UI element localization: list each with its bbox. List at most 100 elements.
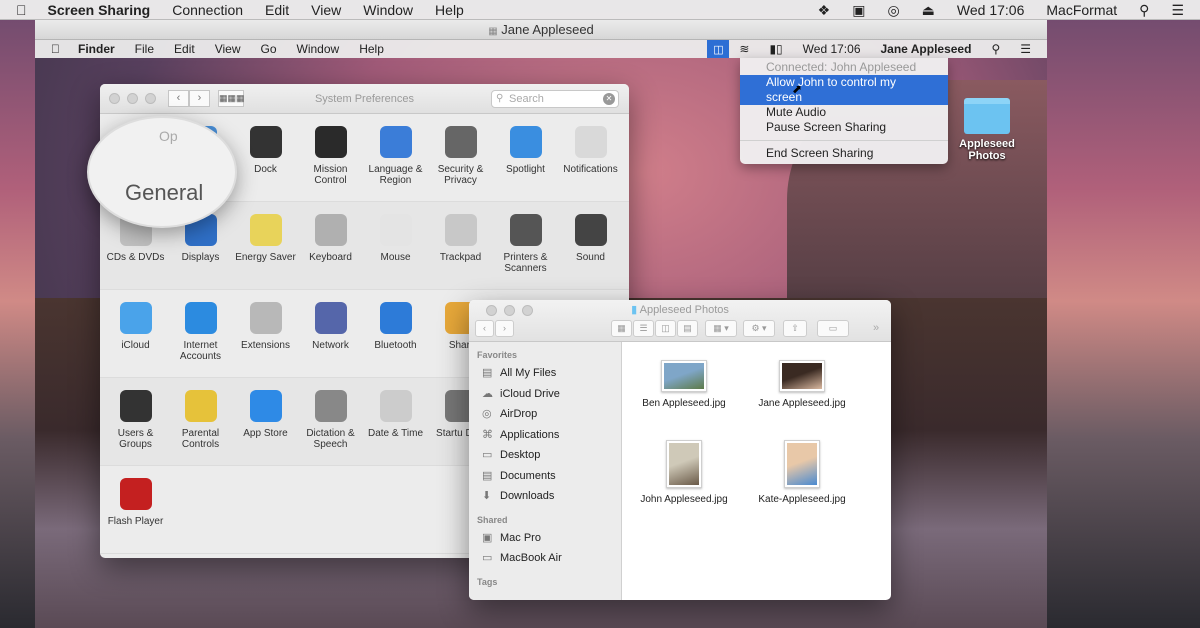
pane-globe[interactable]: Network	[298, 290, 363, 377]
menu-connection[interactable]: Connection	[161, 0, 254, 20]
pane-mouse[interactable]: Mouse	[363, 202, 428, 289]
sidebar-item[interactable]: ⌘ Applications	[469, 425, 621, 446]
pane-mission-control[interactable]: Mission Control	[298, 114, 363, 201]
remote-window-titlebar[interactable]: ▦ Jane Appleseed	[35, 20, 1047, 40]
remote-menu-view[interactable]: View	[205, 40, 251, 58]
mute-audio-item[interactable]: Mute Audio	[740, 105, 948, 120]
pane-bluetooth[interactable]: Bluetooth	[363, 290, 428, 377]
remote-list-icon[interactable]: ☰	[1010, 40, 1047, 58]
pane-speaker[interactable]: Sound	[558, 202, 623, 289]
pane-bulb[interactable]: Energy Saver	[233, 202, 298, 289]
battery-icon[interactable]: ▮▯	[759, 40, 792, 58]
pane-appstore[interactable]: App Store	[233, 378, 298, 465]
remote-menu-file[interactable]: File	[125, 40, 164, 58]
sidebar-item[interactable]: ▤ Documents	[469, 466, 621, 487]
zoom-button[interactable]	[145, 93, 156, 104]
sysprefs-toolbar[interactable]: ‹ › ▦▦▦ System Preferences ⚲ Search ✕	[100, 84, 629, 114]
remote-menu-edit[interactable]: Edit	[164, 40, 205, 58]
pane-house[interactable]: Security & Privacy	[428, 114, 493, 201]
action-gear-button[interactable]: ⚙ ▾	[743, 320, 775, 337]
screen-sharing-status-icon[interactable]: ◫	[707, 40, 730, 58]
show-all-button[interactable]: ▦▦▦	[218, 90, 245, 107]
remote-menu-window[interactable]: Window	[287, 40, 350, 58]
remote-menu-finder[interactable]: Finder	[68, 40, 125, 58]
sidebar-item[interactable]: ▭ MacBook Air	[469, 548, 621, 569]
pane-flag[interactable]: Language & Region	[363, 114, 428, 201]
file-item[interactable]: Ben Appleseed.jpg	[624, 360, 744, 409]
desktop-folder-label-2: Photos	[968, 150, 1006, 162]
forward-button[interactable]: ›	[189, 90, 210, 107]
tags-button[interactable]: ▭	[817, 320, 849, 337]
coverflow-view-button[interactable]: ▤	[677, 320, 698, 337]
macpro-icon: ▣	[482, 531, 493, 544]
sysprefs-search-field[interactable]: ⚲ Search ✕	[491, 90, 619, 108]
pane-keyboard[interactable]: Keyboard	[298, 202, 363, 289]
remote-menu-help[interactable]: Help	[349, 40, 394, 58]
overflow-chevron-icon[interactable]: »	[873, 322, 879, 334]
menu-window[interactable]: Window	[352, 0, 424, 20]
finder-back-button[interactable]: ‹	[475, 320, 494, 337]
search-icon[interactable]: ⚲	[1128, 0, 1160, 20]
host-clock[interactable]: Wed 17:06	[946, 0, 1035, 20]
icon-view-button[interactable]: ▦	[611, 320, 632, 337]
sidebar-item[interactable]: ▭ Desktop	[469, 445, 621, 466]
sidebar-item[interactable]: ▤ All My Files	[469, 363, 621, 384]
pane-printer[interactable]: Printers & Scanners	[493, 202, 558, 289]
sidebar-item[interactable]: ⬇ Downloads	[469, 486, 621, 507]
eject-icon[interactable]: ⏏	[911, 0, 946, 20]
pane-parental[interactable]: Parental Controls	[168, 378, 233, 465]
remote-clock[interactable]: Wed 17:06	[793, 40, 871, 58]
pane-at[interactable]: Internet Accounts	[168, 290, 233, 377]
remote-screen[interactable]: ▦ Jane Appleseed  Finder File Edit View…	[35, 20, 1047, 628]
clock-icon	[379, 390, 412, 422]
clear-search-icon[interactable]: ✕	[603, 93, 615, 105]
backup-icon[interactable]: ◎	[876, 0, 910, 20]
menu-view[interactable]: View	[300, 0, 352, 20]
host-user[interactable]: MacFormat	[1035, 0, 1128, 20]
arrange-button[interactable]: ▦ ▾	[705, 320, 737, 337]
menu-edit[interactable]: Edit	[254, 0, 300, 20]
sidebar-item[interactable]: ☁ iCloud Drive	[469, 384, 621, 405]
remote-menu-go[interactable]: Go	[251, 40, 287, 58]
close-button[interactable]	[109, 93, 120, 104]
finder-toolbar[interactable]: ▮ Appleseed Photos ‹ › ▦ ☰ ◫ ▤ ▦ ▾ ⚙ ▾ ⇧…	[469, 300, 891, 342]
pane-microphone[interactable]: Dictation & Speech	[298, 378, 363, 465]
pane-magnifier[interactable]: Spotlight	[493, 114, 558, 201]
file-item[interactable]: John Appleseed.jpg	[624, 440, 744, 505]
desktop-folder[interactable]: Appleseed Photos	[952, 98, 1022, 162]
pane-flash[interactable]: Flash Player	[103, 466, 168, 553]
back-button[interactable]: ‹	[168, 90, 189, 107]
sidebar-item[interactable]: ▣ Mac Pro	[469, 528, 621, 549]
menu-app-name[interactable]: Screen Sharing	[37, 0, 162, 20]
file-item[interactable]: Kate-Appleseed.jpg	[742, 440, 862, 505]
pause-sharing-item[interactable]: Pause Screen Sharing	[740, 120, 948, 135]
pane-label: Energy Saver	[235, 252, 296, 263]
menu-help[interactable]: Help	[424, 0, 475, 20]
list-view-button[interactable]: ☰	[633, 320, 654, 337]
pane-notifications[interactable]: Notifications	[558, 114, 623, 201]
finder-forward-button[interactable]: ›	[495, 320, 514, 337]
remote-apple-icon[interactable]: 	[35, 40, 68, 58]
sidebar-item-label: Mac Pro	[500, 531, 541, 544]
remote-search-icon[interactable]: ⚲	[981, 40, 1010, 58]
sidebar-item[interactable]: ◎ AirDrop	[469, 404, 621, 425]
pane-clock[interactable]: Date & Time	[363, 378, 428, 465]
list-icon[interactable]: ☰	[1160, 0, 1200, 20]
pane-trackpad[interactable]: Trackpad	[428, 202, 493, 289]
apple-icon[interactable]: 	[0, 0, 37, 20]
column-view-button[interactable]: ◫	[655, 320, 676, 337]
facetime-icon[interactable]: ▣	[841, 0, 876, 20]
allow-control-item[interactable]: Allow John to control my screen	[740, 75, 948, 105]
pane-dock[interactable]: Dock	[233, 114, 298, 201]
end-sharing-item[interactable]: End Screen Sharing	[740, 146, 948, 161]
pane-icloud[interactable]: iCloud	[103, 290, 168, 377]
pane-puzzle[interactable]: Extensions	[233, 290, 298, 377]
menu-separator	[740, 140, 948, 141]
file-item[interactable]: Jane Appleseed.jpg	[742, 360, 862, 409]
minimize-button[interactable]	[127, 93, 138, 104]
dropbox-icon[interactable]: ❖	[807, 0, 842, 20]
share-button[interactable]: ⇧	[783, 320, 807, 337]
pane-users[interactable]: Users & Groups	[103, 378, 168, 465]
wifi-icon[interactable]: ≋	[729, 40, 759, 58]
remote-user[interactable]: Jane Appleseed	[871, 40, 982, 58]
